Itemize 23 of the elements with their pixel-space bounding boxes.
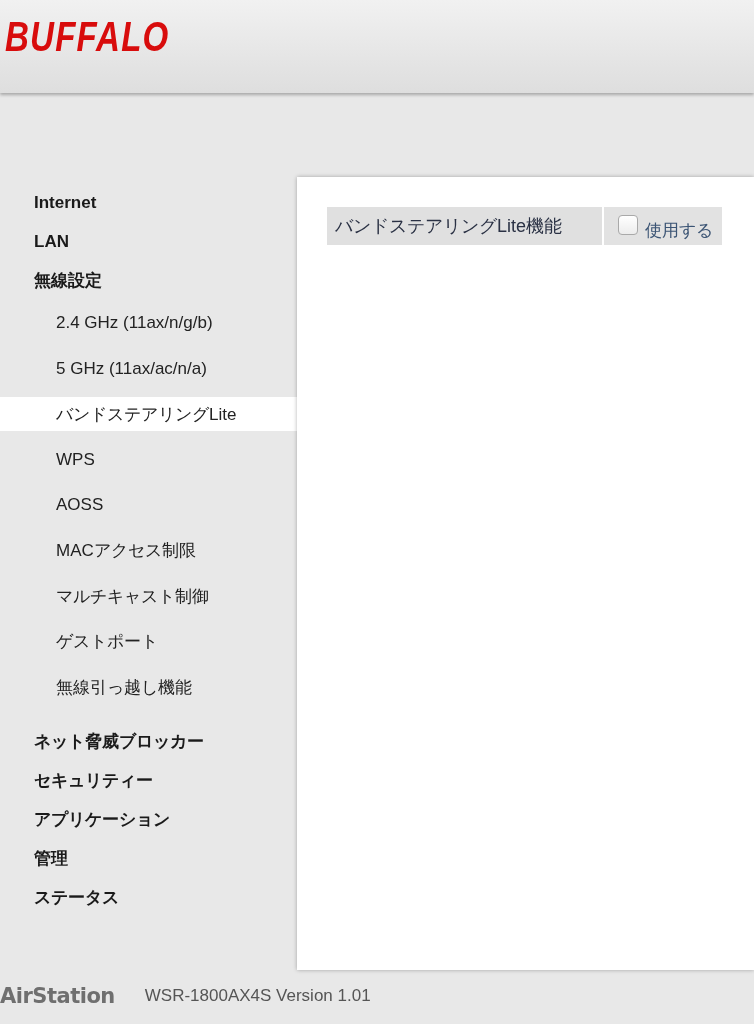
- menu-item[interactable]: ステータス: [0, 878, 297, 917]
- submenu-item[interactable]: 2.4 GHz (11ax/n/g/b): [0, 306, 297, 340]
- menu-item[interactable]: アプリケーション: [0, 800, 297, 839]
- version-text: WSR-1800AX4S Version 1.01: [144, 986, 371, 1006]
- checkbox[interactable]: [618, 215, 638, 235]
- setting-label: バンドステアリングLite機能: [327, 207, 602, 245]
- logo: BUFFALO: [5, 14, 170, 58]
- menu-item[interactable]: 管理: [0, 839, 297, 878]
- submenu-item[interactable]: ゲストポート: [0, 624, 297, 659]
- menu-item[interactable]: LAN: [0, 222, 297, 261]
- submenu-item[interactable]: WPS: [0, 442, 297, 477]
- submenu-item[interactable]: バンドステアリングLite: [0, 397, 297, 431]
- footer-logo: AirStation: [0, 984, 115, 1008]
- submenu-item[interactable]: MACアクセス制限: [0, 533, 297, 568]
- submenu-item[interactable]: AOSS: [0, 488, 297, 522]
- submenu-item[interactable]: マルチキャスト制御: [0, 579, 297, 613]
- menu-item[interactable]: Internet: [0, 183, 297, 222]
- menu-item[interactable]: セキュリティー: [0, 761, 297, 800]
- checkbox-label[interactable]: 使用する: [645, 218, 713, 242]
- menu-item[interactable]: ネット脅威ブロッカー: [0, 722, 297, 761]
- menu-item[interactable]: 無線設定: [0, 261, 297, 300]
- submenu-item[interactable]: 無線引っ越し機能: [0, 670, 297, 704]
- submenu-item[interactable]: 5 GHz (11ax/ac/n/a): [0, 351, 297, 386]
